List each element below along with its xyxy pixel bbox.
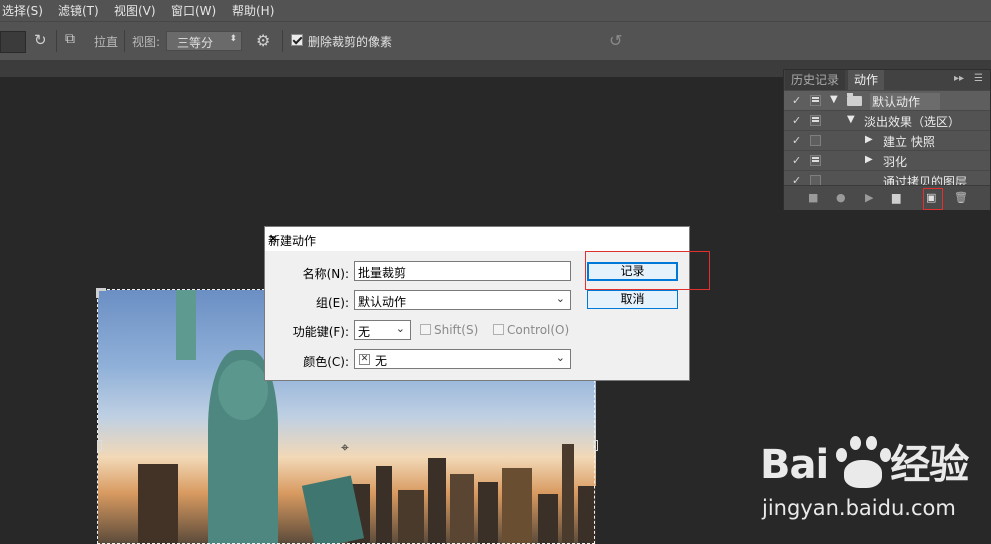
action-set-label: 默认动作 <box>870 93 941 111</box>
action-label: 淡出效果（选区） <box>864 115 961 129</box>
color-select[interactable]: ✕ 无 ⌄ <box>354 349 571 369</box>
shift-label: Shift(S) <box>434 323 479 337</box>
panel-bottom-toolbar: ■ ● ▶ ▆ ▣ 🗑 <box>784 185 990 210</box>
menu-help[interactable]: 帮助(H) <box>232 2 274 19</box>
straighten-icon[interactable]: ⧉ <box>65 31 75 47</box>
delete-cropped-label: 删除裁剪的像素 <box>308 35 393 49</box>
watermark-logo-left: Bai <box>760 442 829 488</box>
trash-icon[interactable]: 🗑 <box>954 191 968 204</box>
action-row[interactable]: ✓ ▼ 淡出效果（选区） <box>784 110 990 131</box>
new-set-folder-icon[interactable]: ▆ <box>892 191 900 204</box>
chevron-down-icon: ⌄ <box>395 322 405 335</box>
toggle-check-icon[interactable]: ✓ <box>792 134 801 147</box>
panel-menu-icon[interactable]: ☰ <box>974 73 983 84</box>
toggle-check-icon[interactable]: ✓ <box>792 94 801 107</box>
crop-side-handle-left[interactable] <box>97 440 102 451</box>
tab-actions[interactable]: 动作 <box>848 70 885 90</box>
straighten-label[interactable]: 拉直 <box>94 33 118 50</box>
name-label: 名称(N): <box>302 267 349 281</box>
toggle-check-icon[interactable]: ✓ <box>792 154 801 167</box>
shift-checkbox[interactable] <box>420 324 431 335</box>
expand-right-triangle-icon[interactable]: ▶ <box>865 134 873 145</box>
no-color-swatch-icon: ✕ <box>359 354 370 365</box>
overlay-view-select[interactable]: 三等分 ⬍ <box>166 31 242 51</box>
action-step-label: 建立 快照 <box>883 135 935 149</box>
color-label: 颜色(C): <box>303 355 349 369</box>
dialog-toggle-icon[interactable] <box>810 95 821 106</box>
actions-panel: 历史记录 动作 ▸▸ ☰ ✓ ▼ 默认动作 ✓ ▼ 淡出效果（选区） ✓ ▶ 建… <box>783 69 991 210</box>
crop-corner-handle[interactable] <box>96 288 106 298</box>
expand-down-triangle-icon[interactable]: ▼ <box>830 94 838 105</box>
menu-window[interactable]: 窗口(W) <box>171 2 216 19</box>
dialog-toggle-icon[interactable] <box>810 135 821 146</box>
menu-filter[interactable]: 滤镜(T) <box>58 2 99 19</box>
stop-icon[interactable]: ■ <box>808 191 818 204</box>
action-step-row[interactable]: ✓ ▶ 建立 快照 <box>784 130 990 151</box>
action-step-row[interactable]: ✓ ▶ 羽化 <box>784 150 990 171</box>
cancel-button[interactable]: 取消 <box>587 290 678 309</box>
watermark-logo-right: 经验 <box>890 442 969 488</box>
tab-history[interactable]: 历史记录 <box>785 70 846 90</box>
group-value: 默认动作 <box>358 295 407 309</box>
name-input[interactable]: 批量裁剪 <box>354 261 571 281</box>
view-label: 视图: <box>132 35 161 49</box>
new-action-dialog: 新建动作 ✕ 名称(N): 批量裁剪 组(E): 默认动作 ⌄ 功能键(F): … <box>264 226 690 381</box>
folder-icon <box>847 93 862 106</box>
dialog-toggle-icon[interactable] <box>810 155 821 166</box>
highlight-box-record <box>585 251 710 290</box>
action-step-row[interactable]: ✓ 通过拷贝的图层 <box>784 170 990 186</box>
group-label: 组(E): <box>316 296 349 310</box>
highlight-box-new-action <box>923 188 943 210</box>
menu-select[interactable]: 选择(S) <box>2 2 43 19</box>
action-set-row[interactable]: ✓ ▼ 默认动作 <box>784 90 990 111</box>
expand-right-triangle-icon[interactable]: ▶ <box>865 154 873 165</box>
panel-tab-bar: 历史记录 动作 ▸▸ ☰ <box>784 70 990 90</box>
baidu-paw-icon <box>830 434 896 490</box>
chevron-down-icon: ⌄ <box>555 351 565 364</box>
function-key-value: 无 <box>358 325 371 339</box>
control-label: Control(O) <box>507 323 570 337</box>
group-select[interactable]: 默认动作 ⌄ <box>354 290 571 310</box>
overlay-view-value: 三等分 <box>177 36 214 50</box>
record-icon[interactable]: ● <box>836 191 846 204</box>
control-checkbox[interactable] <box>493 324 504 335</box>
expand-down-triangle-icon[interactable]: ▼ <box>847 114 855 125</box>
baidu-jingyan-watermark: Bai 经验 jingyan.baidu.com <box>760 432 990 544</box>
menu-view[interactable]: 视图(V) <box>114 2 156 19</box>
gear-icon[interactable]: ⚙ <box>256 31 270 50</box>
delete-cropped-checkbox[interactable] <box>291 34 303 46</box>
crop-side-handle-right[interactable] <box>593 440 598 451</box>
ratio-field[interactable] <box>0 31 26 53</box>
function-key-select[interactable]: 无 ⌄ <box>354 320 411 340</box>
function-key-label: 功能键(F): <box>292 325 349 339</box>
separator <box>124 30 125 52</box>
watermark-url: jingyan.baidu.com <box>762 496 956 520</box>
separator <box>56 30 57 52</box>
updown-arrows-icon: ⬍ <box>229 34 237 44</box>
toggle-check-icon[interactable]: ✓ <box>792 114 801 127</box>
close-icon[interactable]: ✕ <box>268 232 681 246</box>
undo-icon[interactable]: ↺ <box>609 31 622 50</box>
color-value: 无 <box>375 354 388 368</box>
action-step-label: 羽化 <box>883 155 908 169</box>
separator <box>282 30 283 52</box>
options-bar: ↻ ⧉ 拉直 视图: 三等分 ⬍ ⚙ 删除裁剪的像素 ↺ <box>0 21 991 60</box>
chevron-down-icon: ⌄ <box>555 292 565 305</box>
dialog-titlebar: 新建动作 ✕ <box>265 227 689 251</box>
crop-center-crosshair-icon: ⌖ <box>341 440 349 456</box>
menu-bar: 选择(S) 滤镜(T) 视图(V) 窗口(W) 帮助(H) <box>0 0 991 21</box>
dialog-toggle-icon[interactable] <box>810 115 821 126</box>
collapse-panel-icon[interactable]: ▸▸ <box>954 73 964 84</box>
reset-rotate-icon[interactable]: ↻ <box>34 31 47 49</box>
name-value: 批量裁剪 <box>358 266 407 280</box>
play-icon[interactable]: ▶ <box>865 191 873 204</box>
